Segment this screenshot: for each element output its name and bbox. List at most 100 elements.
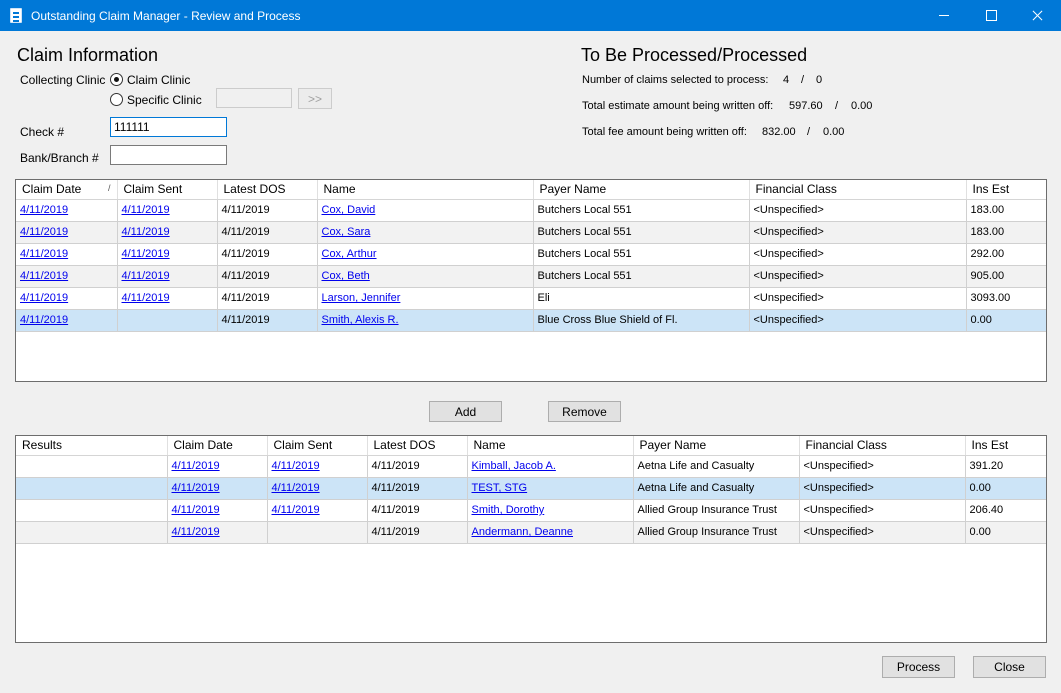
maximize-icon[interactable] — [968, 0, 1014, 31]
ins-est-cell: 0.00 — [965, 521, 1046, 544]
claim-date-link[interactable]: 4/11/2019 — [20, 292, 68, 304]
table-row[interactable]: 4/11/2019 4/11/2019 4/11/2019 Cox, Beth … — [16, 265, 1046, 288]
payer-name-cell: Butchers Local 551 — [533, 243, 750, 266]
patient-name-link[interactable]: Cox, Sara — [322, 226, 371, 238]
claim-sent-link[interactable]: 4/11/2019 — [122, 248, 170, 260]
column-header-name[interactable]: Name — [317, 180, 534, 200]
claim-sent-link[interactable]: 4/11/2019 — [272, 460, 320, 472]
column-header-claim-sent[interactable]: Claim Sent — [117, 180, 218, 200]
column-header-payer-name[interactable]: Payer Name — [533, 180, 750, 200]
table-row-selected[interactable]: 4/11/2019 4/11/2019 Smith, Alexis R. Blu… — [16, 309, 1046, 332]
claim-sent-link[interactable]: 4/11/2019 — [122, 270, 170, 282]
claim-date-link[interactable]: 4/11/2019 — [20, 270, 68, 282]
claim-date-link[interactable]: 4/11/2019 — [20, 314, 68, 326]
financial-class-cell: <Unspecified> — [749, 265, 967, 288]
column-header-latest-dos[interactable]: Latest DOS — [367, 436, 468, 456]
payer-name-cell: Eli — [533, 287, 750, 310]
table-row[interactable]: 4/11/2019 4/11/2019 4/11/2019 Cox, Sara … — [16, 221, 1046, 244]
check-number-label: Check # — [20, 125, 65, 139]
patient-name-link[interactable]: Cox, Arthur — [322, 248, 377, 260]
patient-name-link[interactable]: Andermann, Deanne — [472, 526, 574, 538]
financial-class-cell: <Unspecified> — [749, 221, 967, 244]
fee-separator: / — [807, 126, 811, 138]
financial-class-cell: <Unspecified> — [799, 521, 966, 544]
table-row[interactable]: 4/11/2019 4/11/2019 4/11/2019 Cox, David… — [16, 199, 1046, 222]
column-header-ins-est[interactable]: Ins Est — [966, 180, 1046, 200]
minimize-icon[interactable] — [921, 0, 967, 31]
table-row[interactable]: 4/11/2019 4/11/2019 4/11/2019 Larson, Je… — [16, 287, 1046, 310]
patient-name-link[interactable]: Smith, Dorothy — [472, 504, 545, 516]
claim-sent-link[interactable]: 4/11/2019 — [272, 482, 320, 494]
close-button[interactable]: Close — [973, 656, 1046, 678]
claims-selected-value: 4 — [783, 74, 790, 86]
claim-date-link[interactable]: 4/11/2019 — [172, 482, 220, 494]
claim-date-link[interactable]: 4/11/2019 — [20, 248, 68, 260]
check-number-input[interactable]: 111111 — [110, 117, 227, 137]
table-row[interactable]: 4/11/2019 4/11/2019 4/11/2019 Smith, Dor… — [16, 499, 1046, 522]
column-header-ins-est[interactable]: Ins Est — [965, 436, 1046, 456]
latest-dos-cell: 4/11/2019 — [217, 243, 318, 266]
estimate-selected-value: 597.60 — [789, 100, 823, 112]
remove-button[interactable]: Remove — [548, 401, 621, 422]
patient-name-link[interactable]: Smith, Alexis R. — [322, 314, 399, 326]
column-header-latest-dos[interactable]: Latest DOS — [217, 180, 318, 200]
column-header-financial-class[interactable]: Financial Class — [749, 180, 967, 200]
process-button[interactable]: Process — [882, 656, 955, 678]
table-row[interactable]: 4/11/2019 4/11/2019 4/11/2019 Cox, Arthu… — [16, 243, 1046, 266]
window-title: Outstanding Claim Manager - Review and P… — [31, 9, 301, 23]
process-summary-heading: To Be Processed/Processed — [581, 45, 808, 65]
fee-label: Total fee amount being written off: — [582, 126, 747, 138]
patient-name-link[interactable]: Kimball, Jacob A. — [472, 460, 556, 472]
bank-branch-input[interactable] — [110, 145, 227, 165]
close-icon[interactable] — [1014, 0, 1060, 31]
payer-name-cell: Butchers Local 551 — [533, 199, 750, 222]
fee-selected-value: 832.00 — [762, 126, 796, 138]
claim-clinic-radio[interactable] — [110, 73, 123, 86]
claim-date-link[interactable]: 4/11/2019 — [172, 460, 220, 472]
browse-clinic-button: >> — [298, 88, 332, 109]
table-row[interactable]: 4/11/2019 4/11/2019 4/11/2019 Kimball, J… — [16, 455, 1046, 478]
column-header-payer-name[interactable]: Payer Name — [633, 436, 800, 456]
table-row[interactable]: 4/11/2019 4/11/2019 Andermann, Deanne Al… — [16, 521, 1046, 544]
specific-clinic-radio[interactable] — [110, 93, 123, 106]
claim-date-link[interactable]: 4/11/2019 — [172, 504, 220, 516]
ins-est-cell: 391.20 — [965, 455, 1046, 478]
patient-name-link[interactable]: Cox, David — [322, 204, 376, 216]
financial-class-cell: <Unspecified> — [799, 477, 966, 500]
patient-name-link[interactable]: Larson, Jennifer — [322, 292, 401, 304]
title-bar: Outstanding Claim Manager - Review and P… — [0, 0, 1061, 31]
specific-clinic-label[interactable]: Specific Clinic — [127, 93, 202, 107]
financial-class-cell: <Unspecified> — [749, 309, 967, 332]
column-header-claim-date[interactable]: Claim Date — [167, 436, 268, 456]
financial-class-cell: <Unspecified> — [799, 455, 966, 478]
payer-name-cell: Allied Group Insurance Trust — [633, 521, 800, 544]
claim-sent-link[interactable]: 4/11/2019 — [272, 504, 320, 516]
table-row-selected[interactable]: 4/11/2019 4/11/2019 4/11/2019 TEST, STG … — [16, 477, 1046, 500]
add-button[interactable]: Add — [429, 401, 502, 422]
claim-sent-link[interactable]: 4/11/2019 — [122, 292, 170, 304]
claim-sent-link[interactable]: 4/11/2019 — [122, 226, 170, 238]
column-header-claim-date[interactable]: Claim Date / — [16, 180, 118, 200]
claims-processed-value: 0 — [816, 74, 823, 86]
patient-name-link[interactable]: TEST, STG — [472, 482, 528, 494]
results-cell — [16, 521, 168, 544]
claim-sent-link[interactable]: 4/11/2019 — [122, 204, 170, 216]
column-header-claim-sent[interactable]: Claim Sent — [267, 436, 368, 456]
latest-dos-cell: 4/11/2019 — [367, 499, 468, 522]
processed-claims-grid[interactable]: Results Claim Date Claim Sent Latest DOS… — [15, 435, 1047, 643]
claims-count-label: Number of claims selected to process: — [582, 74, 769, 86]
claim-date-link[interactable]: 4/11/2019 — [172, 526, 220, 538]
claim-date-link[interactable]: 4/11/2019 — [20, 226, 68, 238]
latest-dos-cell: 4/11/2019 — [217, 287, 318, 310]
fee-processed-value: 0.00 — [823, 126, 845, 138]
claims-to-process-grid[interactable]: Claim Date / Claim Sent Latest DOS Name P… — [15, 179, 1047, 382]
claim-date-link[interactable]: 4/11/2019 — [20, 204, 68, 216]
patient-name-link[interactable]: Cox, Beth — [322, 270, 370, 282]
column-header-name[interactable]: Name — [467, 436, 634, 456]
financial-class-cell: <Unspecified> — [799, 499, 966, 522]
column-header-financial-class[interactable]: Financial Class — [799, 436, 966, 456]
claim-clinic-label[interactable]: Claim Clinic — [127, 73, 190, 87]
results-cell — [16, 499, 168, 522]
column-header-results[interactable]: Results — [16, 436, 168, 456]
financial-class-cell: <Unspecified> — [749, 243, 967, 266]
